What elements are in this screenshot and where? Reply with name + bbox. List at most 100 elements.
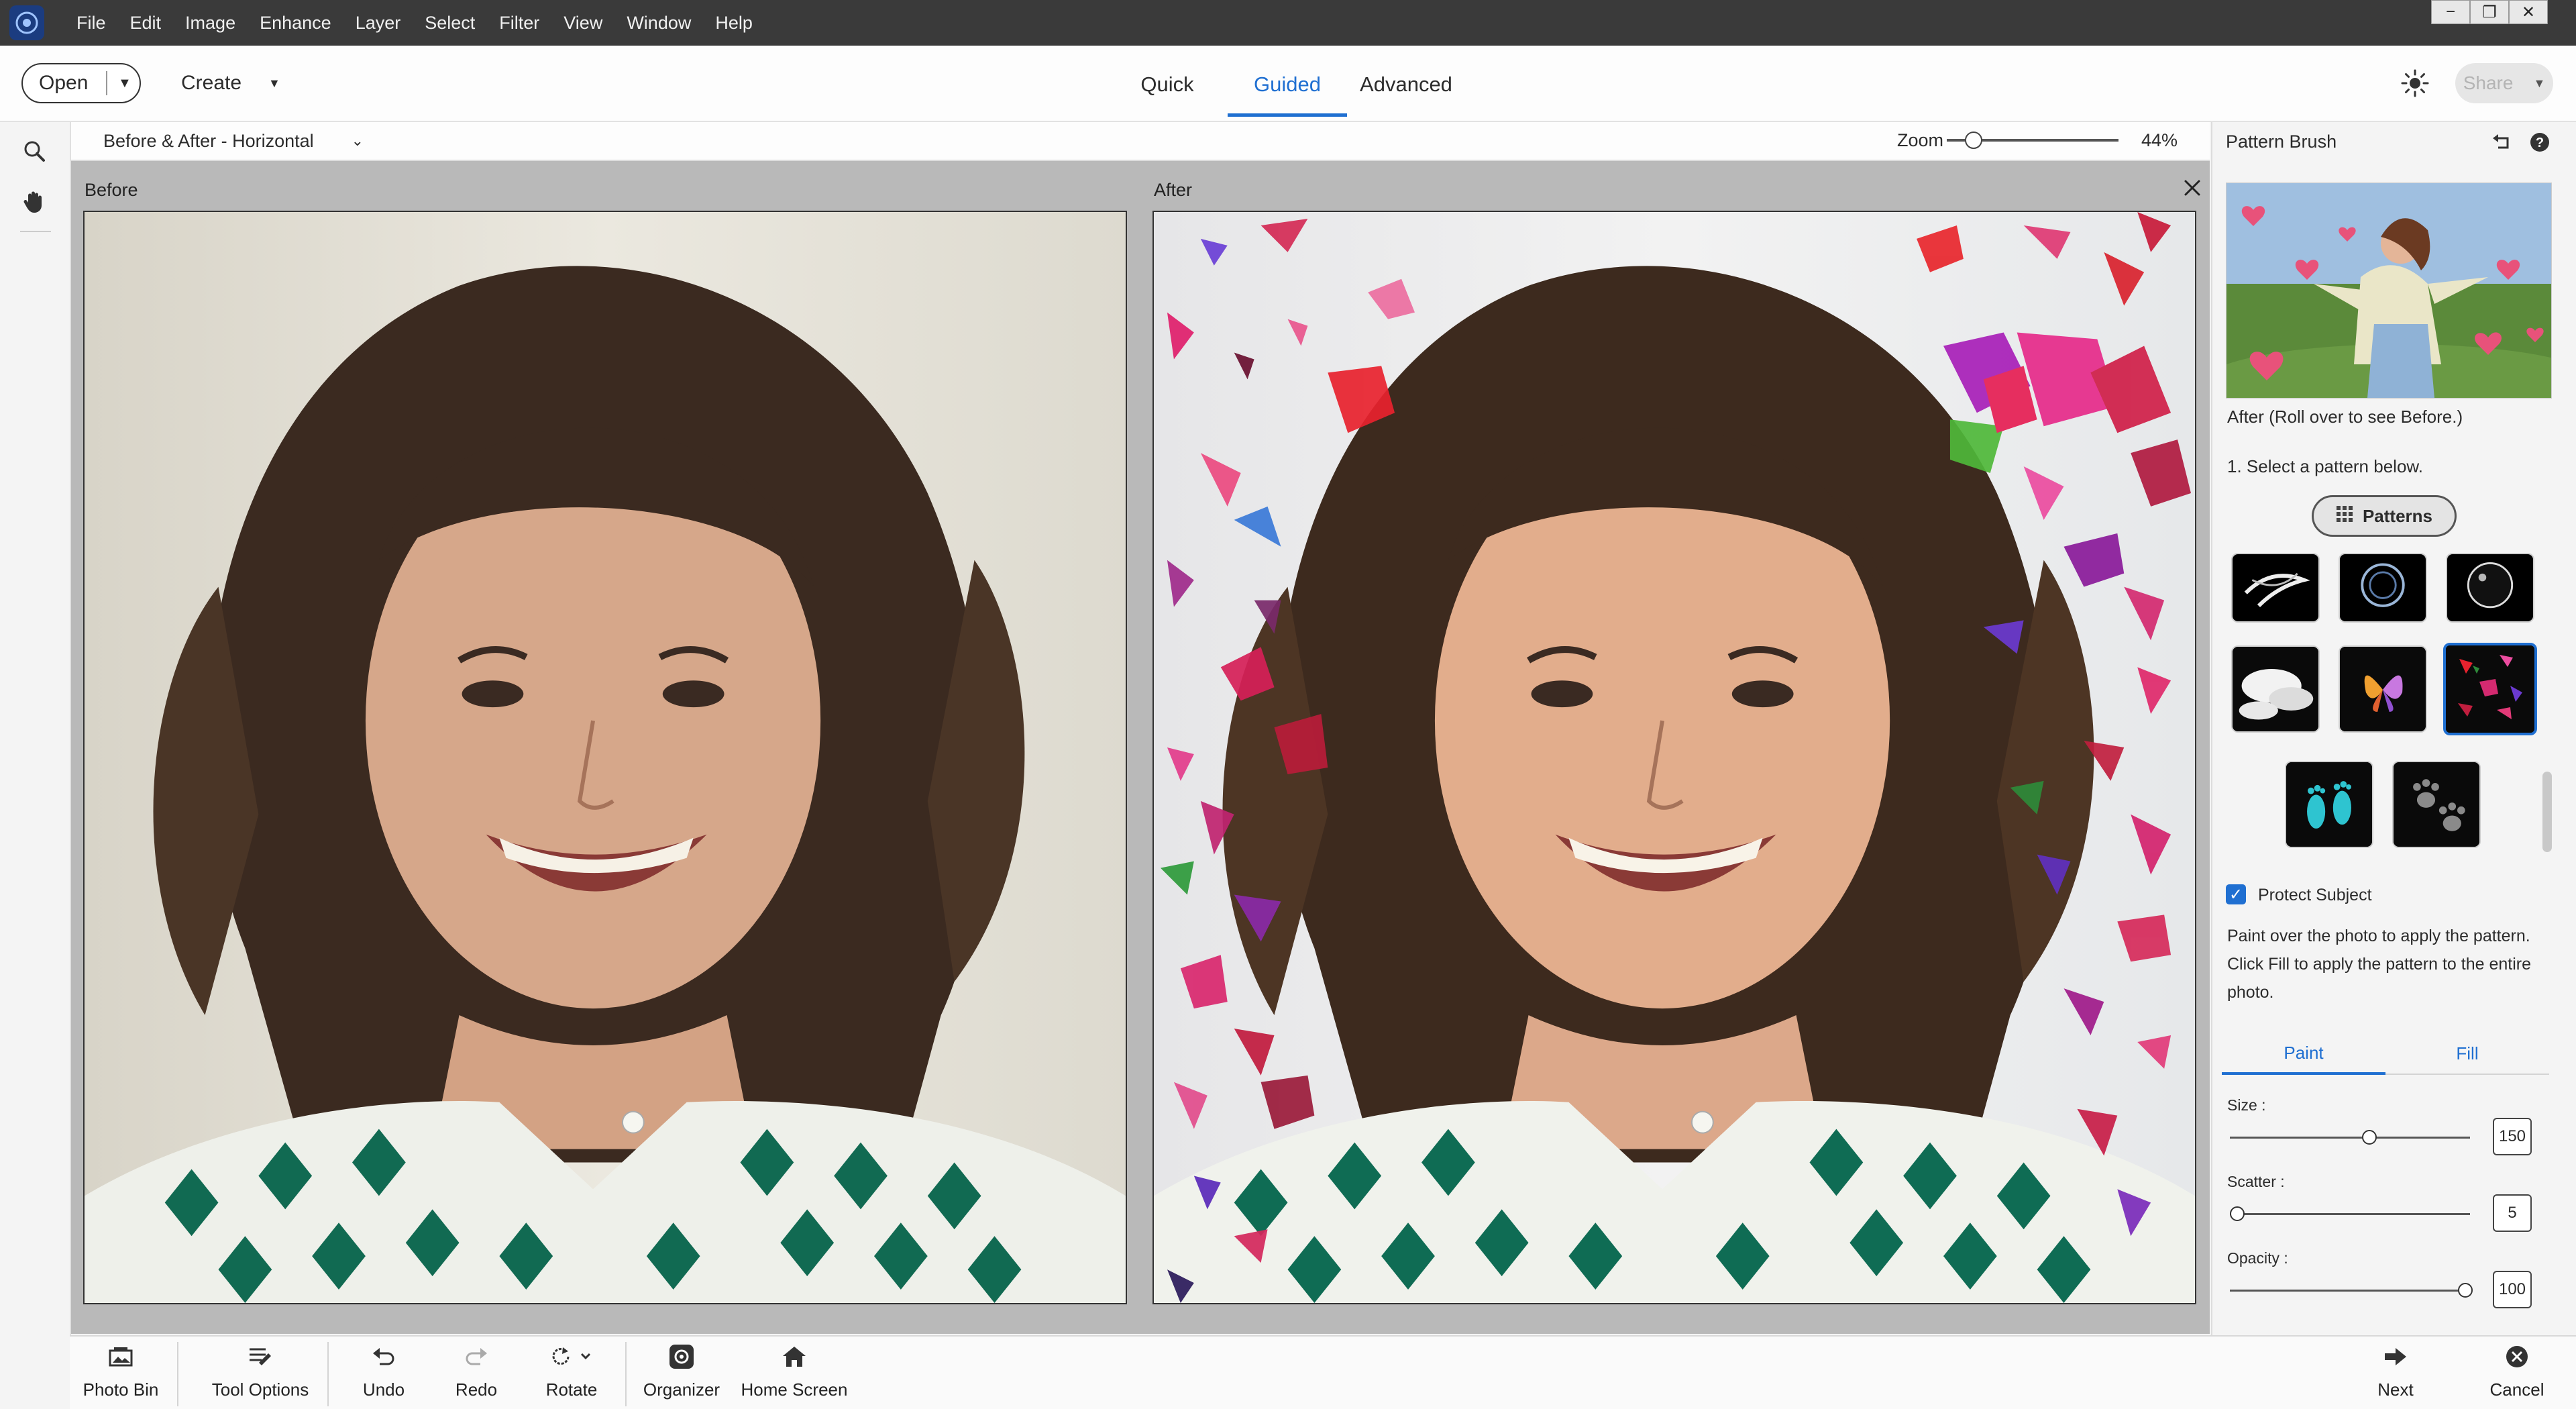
instruction-text: Paint over the photo to apply the patter… <box>2227 927 2532 1002</box>
tab-guided[interactable]: Guided <box>1228 63 1347 117</box>
share-button[interactable]: Share ▼ <box>2455 63 2553 103</box>
pattern-butterfly[interactable] <box>2339 645 2427 733</box>
opacity-label: Opacity : <box>2227 1249 2288 1267</box>
pattern-paw-prints[interactable] <box>2392 761 2481 848</box>
menu-bar: File Edit Image Enhance Layer Select Fil… <box>64 0 765 46</box>
restore-button[interactable]: ❐ <box>2470 0 2509 24</box>
pattern-confetti[interactable] <box>2443 643 2537 735</box>
redo-icon <box>462 1343 491 1370</box>
undo-icon <box>369 1343 398 1370</box>
hand-tool-icon[interactable] <box>17 185 51 219</box>
step-instruction: 1. Select a pattern below. <box>2227 456 2423 476</box>
chevron-down-icon: ⌄ <box>351 132 364 149</box>
caret-down-icon: ▼ <box>2533 76 2546 90</box>
tool-options-icon <box>246 1343 275 1370</box>
rotate-button[interactable]: Rotate <box>537 1343 606 1400</box>
tab-quick[interactable]: Quick <box>1127 63 1208 117</box>
pattern-ring-swirl[interactable] <box>2339 553 2427 623</box>
menu-filter[interactable]: Filter <box>487 0 551 46</box>
protect-subject-label: Protect Subject <box>2258 886 2372 904</box>
menu-file[interactable]: File <box>64 0 118 46</box>
panel-title: Pattern Brush <box>2226 132 2337 152</box>
rotate-label: Rotate <box>545 1379 598 1400</box>
tool-options-button[interactable]: Tool Options <box>211 1343 310 1400</box>
redo-button[interactable]: Redo <box>448 1343 504 1400</box>
size-value-field[interactable]: 150 <box>2493 1118 2532 1155</box>
menu-layer[interactable]: Layer <box>343 0 413 46</box>
zoom-value: 44% <box>2141 130 2178 150</box>
preview-image[interactable] <box>2226 182 2552 399</box>
tab-advanced[interactable]: Advanced <box>1358 63 1454 117</box>
bottom-divider <box>177 1342 178 1406</box>
scatter-value-field[interactable]: 5 <box>2493 1194 2532 1232</box>
minimize-button[interactable]: − <box>2431 0 2470 24</box>
open-button[interactable]: Open ▼ <box>21 63 141 103</box>
create-label: Create <box>181 72 242 94</box>
tab-paint[interactable]: Paint <box>2222 1033 2385 1075</box>
pattern-clouds[interactable] <box>2231 645 2320 733</box>
menu-select[interactable]: Select <box>413 0 487 46</box>
arrow-right-icon <box>2381 1343 2410 1370</box>
redo-label: Redo <box>455 1379 498 1400</box>
app-logo-icon <box>9 5 44 40</box>
menu-help[interactable]: Help <box>703 0 765 46</box>
reset-icon[interactable] <box>2490 130 2514 154</box>
close-window-button[interactable]: ✕ <box>2509 0 2548 24</box>
preview-caption: After (Roll over to see Before.) <box>2227 407 2463 427</box>
cancel-button[interactable]: Cancel <box>2485 1343 2549 1400</box>
after-photo[interactable] <box>1152 211 2196 1304</box>
size-label: Size : <box>2227 1096 2266 1114</box>
theme-sun-icon[interactable] <box>2400 68 2430 98</box>
size-slider-knob[interactable] <box>2361 1130 2377 1145</box>
panel-scrollbar[interactable] <box>2542 772 2552 852</box>
organizer-label: Organizer <box>643 1379 720 1400</box>
close-icon[interactable] <box>2180 176 2204 200</box>
caret-down-icon[interactable]: ▼ <box>107 76 131 91</box>
opacity-value-field[interactable]: 100 <box>2493 1271 2532 1308</box>
open-label: Open <box>39 72 89 94</box>
opacity-slider-knob[interactable] <box>2457 1283 2473 1298</box>
patterns-button[interactable]: Patterns <box>2312 495 2457 537</box>
bottom-divider <box>625 1342 627 1406</box>
home-screen-label: Home Screen <box>741 1379 848 1400</box>
photo-bin-button[interactable]: Photo Bin <box>82 1343 160 1400</box>
bottom-bar <box>70 1335 2576 1409</box>
zoom-tool-icon[interactable] <box>17 134 51 168</box>
pattern-footprints[interactable] <box>2285 761 2373 848</box>
svg-text:?: ? <box>2536 136 2544 150</box>
scatter-label: Scatter : <box>2227 1173 2285 1190</box>
caret-down-icon: ▼ <box>268 76 280 90</box>
opacity-slider[interactable] <box>2230 1290 2470 1292</box>
before-photo[interactable] <box>83 211 1127 1304</box>
photo-bin-label: Photo Bin <box>83 1379 159 1400</box>
undo-label: Undo <box>362 1379 405 1400</box>
next-button[interactable]: Next <box>2365 1343 2426 1400</box>
menu-enhance[interactable]: Enhance <box>248 0 343 46</box>
create-button[interactable]: Create ▼ <box>181 63 280 103</box>
after-label: After <box>1154 180 1193 200</box>
patterns-label: Patterns <box>2362 505 2433 526</box>
protect-subject-checkbox[interactable]: ✓ <box>2226 884 2246 904</box>
zoom-label: Zoom <box>1897 130 1944 150</box>
tab-fill[interactable]: Fill <box>2385 1033 2549 1075</box>
help-icon[interactable]: ? <box>2529 132 2551 153</box>
view-options-bar <box>71 122 2210 161</box>
size-slider[interactable] <box>2230 1137 2470 1139</box>
scatter-slider-knob[interactable] <box>2229 1206 2245 1221</box>
menu-edit[interactable]: Edit <box>118 0 174 46</box>
photo-bin-icon <box>106 1343 136 1370</box>
menu-view[interactable]: View <box>551 0 614 46</box>
organizer-button[interactable]: Organizer <box>643 1343 720 1400</box>
undo-button[interactable]: Undo <box>356 1343 412 1400</box>
home-screen-button[interactable]: Home Screen <box>741 1343 848 1400</box>
view-layout-dropdown[interactable]: Before & After - Horizontal ⌄ <box>103 127 364 154</box>
cancel-label: Cancel <box>2489 1379 2544 1400</box>
scatter-slider[interactable] <box>2230 1213 2470 1215</box>
menu-image[interactable]: Image <box>173 0 248 46</box>
rotate-icon <box>545 1343 598 1370</box>
pattern-smoke-swirl[interactable] <box>2231 553 2320 623</box>
pattern-bubble[interactable] <box>2446 553 2534 623</box>
cancel-icon <box>2502 1343 2532 1370</box>
share-label: Share <box>2463 72 2514 93</box>
menu-window[interactable]: Window <box>614 0 703 46</box>
